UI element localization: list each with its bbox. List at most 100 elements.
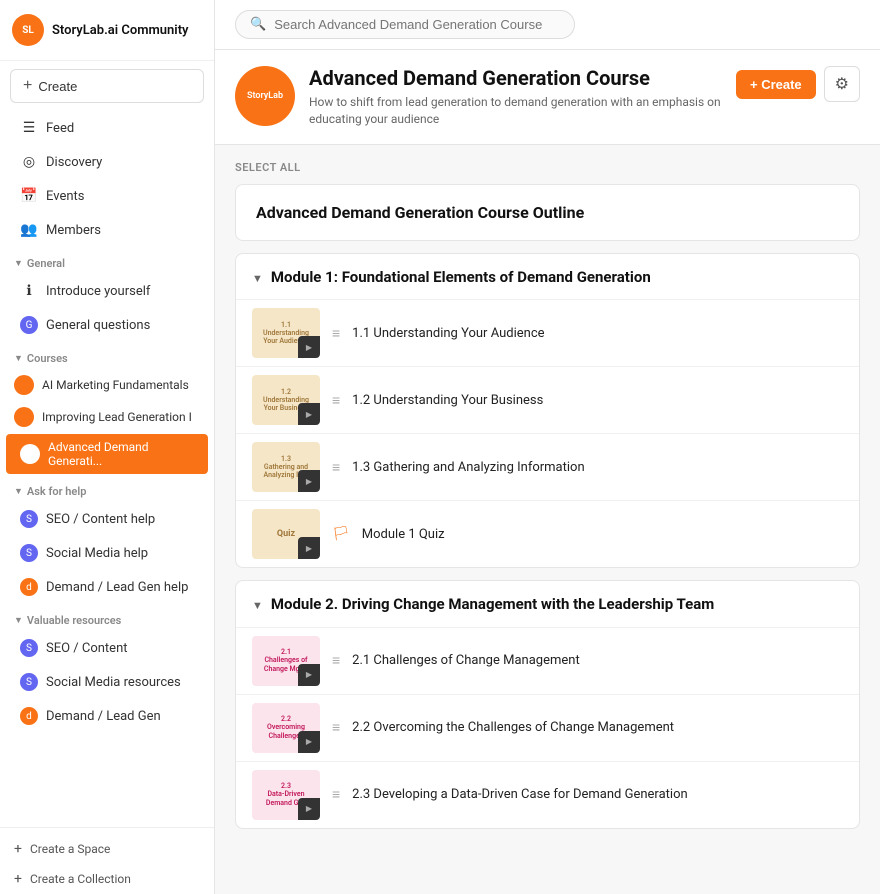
thumb-corner: ▶ xyxy=(298,403,320,425)
drag-handle-icon: ≡ xyxy=(332,459,340,476)
thumb-corner: ▶ xyxy=(298,731,320,753)
lesson-row[interactable]: 1.1UnderstandingYour Audience ▶ ≡ 1.1 Un… xyxy=(236,299,859,366)
app-title: StoryLab.ai Community xyxy=(52,23,189,38)
drag-handle-icon: ≡ xyxy=(332,652,340,669)
lesson-thumbnail: 2.1Challenges ofChange Mgmt ▶ xyxy=(252,636,320,686)
content-area: SELECT ALL Advanced Demand Generation Co… xyxy=(215,145,880,857)
create-label: Create xyxy=(38,79,77,94)
settings-button[interactable]: ⚙ xyxy=(824,66,860,102)
sidebar-item-seo-content-res[interactable]: S SEO / Content xyxy=(6,632,208,664)
lesson-title: 2.2 Overcoming the Challenges of Change … xyxy=(352,720,674,735)
thumb-corner: ▶ xyxy=(298,664,320,686)
course-description: How to shift from lead generation to dem… xyxy=(309,94,722,128)
module-2-title: Module 2. Driving Change Management with… xyxy=(271,595,714,615)
module-2-header: ▼ Module 2. Driving Change Management wi… xyxy=(236,581,859,627)
create-space-item[interactable]: + Create a Space xyxy=(0,834,214,864)
chevron-icon: ▼ xyxy=(14,353,23,364)
module-1-card: ▼ Module 1: Foundational Elements of Dem… xyxy=(235,253,860,569)
lesson-row[interactable]: 2.1Challenges ofChange Mgmt ▶ ≡ 2.1 Chal… xyxy=(236,627,859,694)
sidebar-header: SL StoryLab.ai Community xyxy=(0,0,214,61)
chevron-icon: ▼ xyxy=(14,258,23,269)
sidebar-item-demand-lead-help[interactable]: d Demand / Lead Gen help xyxy=(6,571,208,603)
header-actions: + Create ⚙ xyxy=(736,66,860,102)
lesson-row[interactable]: 1.3Gathering andAnalyzing Info ▶ ≡ 1.3 G… xyxy=(236,433,859,500)
sidebar-item-discovery[interactable]: ◎ Discovery xyxy=(6,146,208,178)
chevron-icon: ▼ xyxy=(14,486,23,497)
sidebar-item-ai-marketing[interactable]: AI Marketing Fundamentals xyxy=(0,369,214,401)
sidebar: SL StoryLab.ai Community + Create ☰ Feed… xyxy=(0,0,215,894)
members-icon: 👥 xyxy=(20,221,38,239)
lesson-title: 1.1 Understanding Your Audience xyxy=(352,326,544,341)
lesson-title: 2.1 Challenges of Change Management xyxy=(352,653,580,668)
section-general: ▼ General xyxy=(0,247,214,274)
sidebar-item-label: Social Media resources xyxy=(46,675,181,690)
lesson-thumbnail: 1.3Gathering andAnalyzing Info ▶ xyxy=(252,442,320,492)
course-header: StoryLab Advanced Demand Generation Cour… xyxy=(215,50,880,145)
sidebar-item-label: Advanced Demand Generati... xyxy=(48,440,194,468)
sidebar-item-label: Feed xyxy=(46,121,74,136)
lesson-thumbnail: 1.1UnderstandingYour Audience ▶ xyxy=(252,308,320,358)
sidebar-item-label: SEO / Content xyxy=(46,641,128,656)
create-button[interactable]: + Create xyxy=(10,69,204,103)
lesson-row[interactable]: 1.2UnderstandingYour Business ▶ ≡ 1.2 Un… xyxy=(236,366,859,433)
sidebar-item-label: General questions xyxy=(46,318,150,333)
sidebar-item-introduce[interactable]: ℹ Introduce yourself xyxy=(6,275,208,307)
events-icon: 📅 xyxy=(20,187,38,205)
sidebar-item-members[interactable]: 👥 Members xyxy=(6,214,208,246)
lesson-title: Module 1 Quiz xyxy=(362,527,445,542)
create-course-button[interactable]: + Create xyxy=(736,70,816,99)
sidebar-item-demand-lead-res[interactable]: d Demand / Lead Gen xyxy=(6,700,208,732)
general-icon: G xyxy=(20,316,38,334)
module-chevron-icon: ▼ xyxy=(252,272,263,285)
sidebar-item-feed[interactable]: ☰ Feed xyxy=(6,112,208,144)
outline-card: Advanced Demand Generation Course Outlin… xyxy=(235,184,860,241)
sidebar-item-improving-lead[interactable]: Improving Lead Generation I xyxy=(0,401,214,433)
course-dot-active xyxy=(20,444,40,464)
lesson-row[interactable]: 2.2OvercomingChallenges ▶ ≡ 2.2 Overcomi… xyxy=(236,694,859,761)
quiz-row[interactable]: Quiz ▶ 🏳 Module 1 Quiz xyxy=(236,500,859,567)
flag-icon: 🏳 xyxy=(332,526,350,542)
module-1-title: Module 1: Foundational Elements of Deman… xyxy=(271,268,651,288)
drag-handle-icon: ≡ xyxy=(332,392,340,409)
sidebar-item-label: Improving Lead Generation I xyxy=(42,410,192,424)
search-input[interactable] xyxy=(274,17,560,32)
sidebar-item-label: Introduce yourself xyxy=(46,284,150,299)
thumb-corner: ▶ xyxy=(298,537,320,559)
sidebar-item-label: Demand / Lead Gen help xyxy=(46,580,188,595)
discovery-icon: ◎ xyxy=(20,153,38,171)
drag-handle-icon: ≡ xyxy=(332,719,340,736)
lesson-thumbnail: 1.2UnderstandingYour Business ▶ xyxy=(252,375,320,425)
plus-icon: + xyxy=(14,841,22,857)
create-space-label: Create a Space xyxy=(30,842,110,856)
chevron-icon: ▼ xyxy=(14,615,23,626)
sidebar-item-label: Discovery xyxy=(46,155,102,170)
plus-icon: + xyxy=(23,77,32,95)
sidebar-item-general-questions[interactable]: G General questions xyxy=(6,309,208,341)
sidebar-item-events[interactable]: 📅 Events xyxy=(6,180,208,212)
seo-icon: S xyxy=(20,510,38,528)
lesson-title: 1.2 Understanding Your Business xyxy=(352,393,543,408)
sidebar-item-label: SEO / Content help xyxy=(46,512,155,527)
sidebar-item-label: Members xyxy=(46,223,101,238)
sidebar-item-social-media-res[interactable]: S Social Media resources xyxy=(6,666,208,698)
search-icon: 🔍 xyxy=(250,17,266,32)
sidebar-item-seo-content-help[interactable]: S SEO / Content help xyxy=(6,503,208,535)
drag-handle-icon: ≡ xyxy=(332,786,340,803)
search-box[interactable]: 🔍 xyxy=(235,10,575,39)
course-avatar: StoryLab xyxy=(235,66,295,126)
create-collection-item[interactable]: + Create a Collection xyxy=(0,864,214,894)
demand-res-icon: d xyxy=(20,707,38,725)
sidebar-item-social-media-help[interactable]: S Social Media help xyxy=(6,537,208,569)
seo-res-icon: S xyxy=(20,639,38,657)
section-ask-help: ▼ Ask for help xyxy=(0,475,214,502)
info-icon: ℹ xyxy=(20,282,38,300)
lesson-thumbnail: Quiz ▶ xyxy=(252,509,320,559)
course-name: Advanced Demand Generation Course xyxy=(309,66,722,90)
module-1-header: ▼ Module 1: Foundational Elements of Dem… xyxy=(236,254,859,300)
lesson-row[interactable]: 2.3Data-DrivenDemand Gen ▶ ≡ 2.3 Develop… xyxy=(236,761,859,828)
gear-icon: ⚙ xyxy=(835,76,849,93)
demand-icon: d xyxy=(20,578,38,596)
sidebar-item-advanced-demand[interactable]: Advanced Demand Generati... xyxy=(6,434,208,474)
thumb-corner: ▶ xyxy=(298,798,320,820)
lesson-title: 1.3 Gathering and Analyzing Information xyxy=(352,460,584,475)
